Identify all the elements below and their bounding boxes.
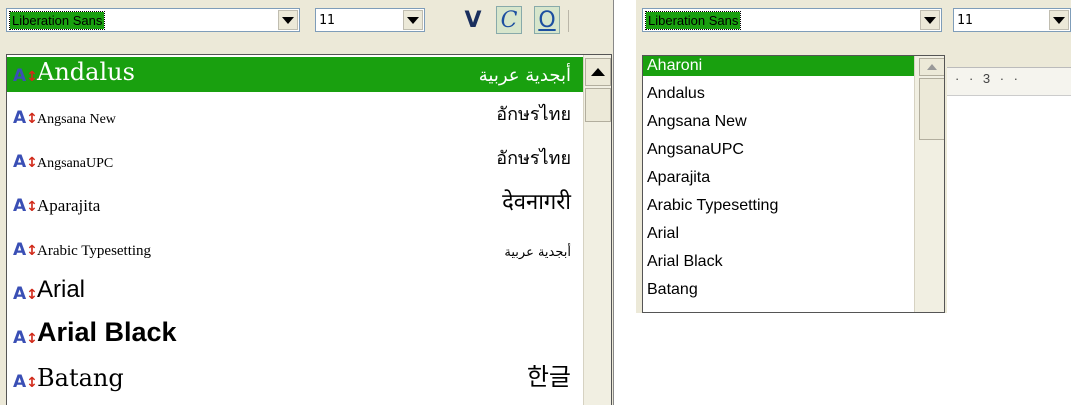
font-size-value: 11 [319, 13, 335, 28]
chevron-up-icon [591, 68, 605, 76]
font-name-combobox[interactable]: Liberation Sans [6, 8, 300, 32]
scroll-up-button[interactable] [919, 58, 944, 76]
chevron-down-icon [1053, 16, 1065, 24]
font-list-item[interactable]: AngsanaUPC [643, 140, 915, 160]
font-sample-text: อักษรไทย [496, 104, 571, 125]
document-area: · · 3 · · [947, 55, 1071, 313]
font-type-icon: A↕ [13, 108, 38, 128]
font-list-item[interactable]: Andalus [643, 84, 915, 104]
font-list-item[interactable]: A↕ Arial [7, 275, 585, 310]
font-list-item[interactable]: Arabic Typesetting [643, 196, 915, 216]
chevron-down-icon [924, 16, 936, 24]
font-name-label: Arial [37, 276, 86, 303]
font-name-dropdown-list: Aharoni Andalus Angsana New AngsanaUPC Apara… [642, 55, 945, 313]
ruler-marks: · · 3 · · [955, 71, 1021, 86]
font-sample-text: أبجدية عربية [504, 245, 571, 260]
font-list-item[interactable]: Batang [643, 280, 915, 300]
font-name-label: AngsanaUPC [37, 156, 114, 171]
font-type-icon: A↕ [13, 196, 38, 216]
font-list-item[interactable]: A↕ Aparajita देवनागरी [7, 187, 585, 222]
italic-button[interactable]: C [496, 6, 522, 34]
ruler-bar [947, 55, 1071, 68]
font-sample-text: อักษรไทย [496, 148, 571, 169]
font-name-value: Liberation Sans [8, 11, 106, 30]
font-sample-text: देवनागरी [502, 190, 571, 215]
font-type-icon: A↕ [13, 284, 38, 304]
font-list-item[interactable]: Aharoni [643, 56, 915, 76]
font-list-scrollbar[interactable] [583, 55, 611, 405]
font-size-dropdown-button[interactable] [1049, 10, 1069, 30]
font-sample-text: 한글 [526, 363, 571, 391]
underline-button[interactable]: O [534, 6, 560, 34]
font-list-item[interactable]: Arial [643, 224, 915, 244]
font-name-label: Arabic Typesetting [37, 243, 152, 259]
font-list-item[interactable]: A↕ Arial Black [7, 317, 585, 354]
chevron-down-icon [407, 16, 419, 24]
font-name-dropdown-button[interactable] [920, 10, 940, 30]
font-name-label: Angsana New [37, 112, 116, 127]
font-name-label: Andalus [37, 58, 135, 86]
font-list-item[interactable]: A↕ Arabic Typesetting أبجدية عربية [7, 231, 585, 266]
panel-divider [613, 0, 614, 405]
font-size-combobox[interactable]: 11 [315, 8, 425, 32]
chevron-down-icon [282, 16, 294, 24]
font-list-item[interactable]: Angsana New [643, 112, 915, 132]
chevron-up-icon [927, 64, 937, 70]
font-list-item[interactable]: Aparajita [643, 168, 915, 188]
font-list-item[interactable]: A↕ Andalus أبجدية عربية [7, 57, 585, 92]
font-name-combobox[interactable]: Liberation Sans [642, 8, 942, 32]
scrollbar-thumb[interactable] [919, 78, 944, 140]
font-type-icon: A↕ [13, 240, 38, 260]
scrollbar-thumb[interactable] [585, 88, 611, 122]
font-name-value: Liberation Sans [644, 11, 742, 30]
font-size-dropdown-button[interactable] [403, 10, 423, 30]
font-name-dropdown-list: A↕ Andalus أبجدية عربية A↕ Angsana New อักษรไ… [6, 54, 612, 405]
font-type-icon: A↕ [13, 152, 38, 172]
font-list-scrollbar[interactable] [914, 56, 944, 312]
font-list-item[interactable]: Arial Black [643, 252, 915, 272]
font-list-item[interactable]: A↕ Angsana New อักษรไทย [7, 99, 585, 134]
left-font-panel: Liberation Sans 11 V C O A↕ Andalus أبجدية… [0, 0, 614, 405]
font-type-icon: A↕ [13, 66, 38, 86]
font-size-combobox[interactable]: 11 [953, 8, 1071, 32]
font-sample-text: أبجدية عربية [478, 65, 571, 86]
font-size-value: 11 [957, 13, 973, 28]
font-list-item[interactable]: A↕ Batang 한글 [7, 363, 585, 398]
font-name-label: Aparajita [37, 196, 101, 215]
font-name-dropdown-button[interactable] [278, 10, 298, 30]
font-name-label: Batang [37, 364, 124, 392]
font-type-icon: A↕ [13, 328, 38, 348]
font-list-item[interactable]: A↕ AngsanaUPC อักษรไทย [7, 143, 585, 178]
font-type-icon: A↕ [13, 372, 38, 392]
ruler: · · 3 · · [947, 55, 1071, 96]
bold-button[interactable]: V [460, 6, 486, 34]
font-name-label: Arial Black [37, 317, 177, 347]
right-font-panel: Liberation Sans 11 Aharoni Andalus Angsana… [636, 0, 1071, 313]
scroll-up-button[interactable] [585, 58, 611, 86]
toolbar-separator [568, 10, 569, 32]
